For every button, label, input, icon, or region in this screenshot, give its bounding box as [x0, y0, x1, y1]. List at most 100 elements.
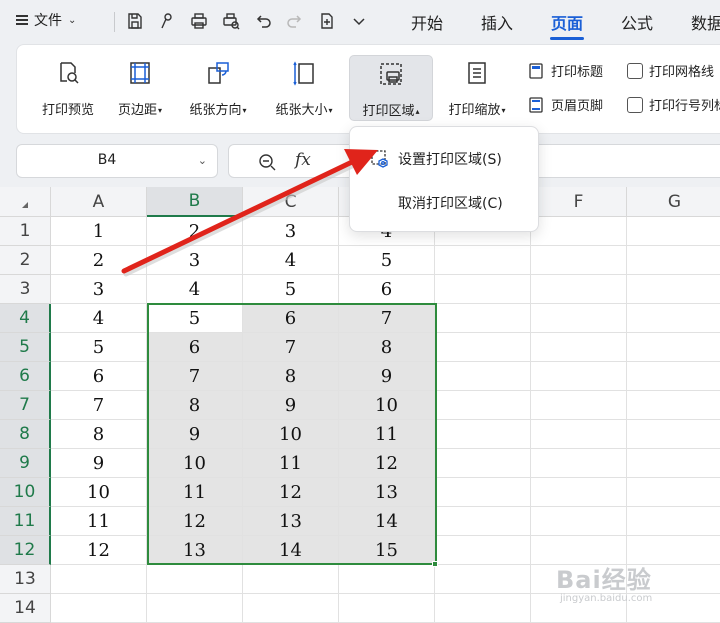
tab-page[interactable]: 页面 [532, 0, 602, 44]
row-header-2[interactable]: 2 [0, 246, 51, 275]
cell-c14[interactable] [243, 594, 339, 623]
cell-g3[interactable] [627, 275, 720, 304]
cell-e14[interactable] [435, 594, 531, 623]
cell-g13[interactable] [627, 565, 720, 594]
row-header-6[interactable]: 6 [0, 362, 51, 391]
header-footer-button[interactable]: 页眉页脚 [527, 95, 603, 114]
cell-g7[interactable] [627, 391, 720, 420]
row-header-8[interactable]: 8 [0, 420, 51, 449]
column-header-b[interactable]: B [147, 187, 243, 217]
column-header-g[interactable]: G [627, 187, 720, 217]
cell-f5[interactable] [531, 333, 627, 362]
cell-b2[interactable]: 3 [147, 246, 243, 275]
orientation-button[interactable]: 纸张方向▾ [181, 55, 255, 121]
cell-a4[interactable]: 4 [51, 304, 147, 333]
cell-f4[interactable] [531, 304, 627, 333]
cell-f1[interactable] [531, 217, 627, 246]
cell-b11[interactable]: 12 [147, 507, 243, 536]
paper-size-button[interactable]: 纸张大小▾ [267, 55, 341, 121]
cell-a5[interactable]: 5 [51, 333, 147, 362]
cell-c8[interactable]: 10 [243, 420, 339, 449]
row-header-1[interactable]: 1 [0, 217, 51, 246]
cell-f2[interactable] [531, 246, 627, 275]
cell-d14[interactable] [339, 594, 435, 623]
cell-c4[interactable]: 6 [243, 304, 339, 333]
cell-g9[interactable] [627, 449, 720, 478]
row-header-9[interactable]: 9 [0, 449, 51, 478]
cell-c2[interactable]: 4 [243, 246, 339, 275]
cell-a2[interactable]: 2 [51, 246, 147, 275]
cell-f6[interactable] [531, 362, 627, 391]
select-all-corner[interactable] [0, 187, 51, 217]
cell-g5[interactable] [627, 333, 720, 362]
quick-access-more-icon[interactable] [348, 10, 370, 32]
new-document-icon[interactable] [316, 10, 338, 32]
cell-a1[interactable]: 1 [51, 217, 147, 246]
cell-g10[interactable] [627, 478, 720, 507]
tab-data[interactable]: 数据 [672, 0, 720, 44]
row-header-10[interactable]: 10 [0, 478, 51, 507]
name-box[interactable]: B4 ⌄ [16, 144, 218, 178]
cell-e10[interactable] [435, 478, 531, 507]
cell-f13[interactable] [531, 565, 627, 594]
cell-c5[interactable]: 7 [243, 333, 339, 362]
cell-c10[interactable]: 12 [243, 478, 339, 507]
clear-print-area-item[interactable]: 取消打印区域(C) [350, 183, 538, 223]
checkbox-box[interactable] [627, 96, 643, 113]
print-row-col-checkbox[interactable]: 打印行号列标 [627, 95, 720, 114]
cell-e12[interactable] [435, 536, 531, 565]
cell-d12[interactable]: 15 [339, 536, 435, 565]
cell-b10[interactable]: 11 [147, 478, 243, 507]
cell-b1[interactable]: 2 [147, 217, 243, 246]
cell-c12[interactable]: 14 [243, 536, 339, 565]
cell-d10[interactable]: 13 [339, 478, 435, 507]
format-painter-icon[interactable] [156, 10, 178, 32]
chevron-down-icon[interactable]: ⌄ [198, 154, 207, 167]
row-header-13[interactable]: 13 [0, 565, 51, 594]
row-header-4[interactable]: 4 [0, 304, 51, 333]
set-print-area-item[interactable]: 设置打印区域(S) [350, 139, 538, 179]
tab-insert[interactable]: 插入 [462, 0, 532, 44]
zoom-icon[interactable] [257, 152, 277, 176]
cell-a12[interactable]: 12 [51, 536, 147, 565]
cell-c1[interactable]: 3 [243, 217, 339, 246]
cell-b6[interactable]: 7 [147, 362, 243, 391]
column-header-f[interactable]: F [531, 187, 627, 217]
cell-b13[interactable] [147, 565, 243, 594]
cell-e4[interactable] [435, 304, 531, 333]
cell-b8[interactable]: 9 [147, 420, 243, 449]
print-area-button[interactable]: 打印区域▴ [349, 55, 433, 121]
cell-f11[interactable] [531, 507, 627, 536]
cell-e5[interactable] [435, 333, 531, 362]
cell-g1[interactable] [627, 217, 720, 246]
cell-a14[interactable] [51, 594, 147, 623]
cell-b7[interactable]: 8 [147, 391, 243, 420]
cell-b12[interactable]: 13 [147, 536, 243, 565]
cell-a3[interactable]: 3 [51, 275, 147, 304]
cell-d5[interactable]: 8 [339, 333, 435, 362]
cell-e2[interactable] [435, 246, 531, 275]
cell-a9[interactable]: 9 [51, 449, 147, 478]
cell-d2[interactable]: 5 [339, 246, 435, 275]
cell-d13[interactable] [339, 565, 435, 594]
cell-e9[interactable] [435, 449, 531, 478]
cell-d6[interactable]: 9 [339, 362, 435, 391]
print-preview-button[interactable]: 打印预览 [37, 55, 99, 121]
fx-icon[interactable]: fx [295, 150, 311, 170]
cell-d9[interactable]: 12 [339, 449, 435, 478]
cell-g8[interactable] [627, 420, 720, 449]
cell-f3[interactable] [531, 275, 627, 304]
cell-a11[interactable]: 11 [51, 507, 147, 536]
cell-d11[interactable]: 14 [339, 507, 435, 536]
cell-f7[interactable] [531, 391, 627, 420]
undo-icon[interactable] [252, 10, 274, 32]
cell-c11[interactable]: 13 [243, 507, 339, 536]
cell-b4[interactable]: 5 [147, 304, 243, 333]
redo-icon[interactable] [284, 10, 306, 32]
cell-e3[interactable] [435, 275, 531, 304]
print-scaling-button[interactable]: 打印缩放▾ [439, 55, 515, 121]
print-titles-button[interactable]: 打印标题 [527, 61, 603, 80]
cell-c3[interactable]: 5 [243, 275, 339, 304]
row-header-7[interactable]: 7 [0, 391, 51, 420]
cell-g4[interactable] [627, 304, 720, 333]
